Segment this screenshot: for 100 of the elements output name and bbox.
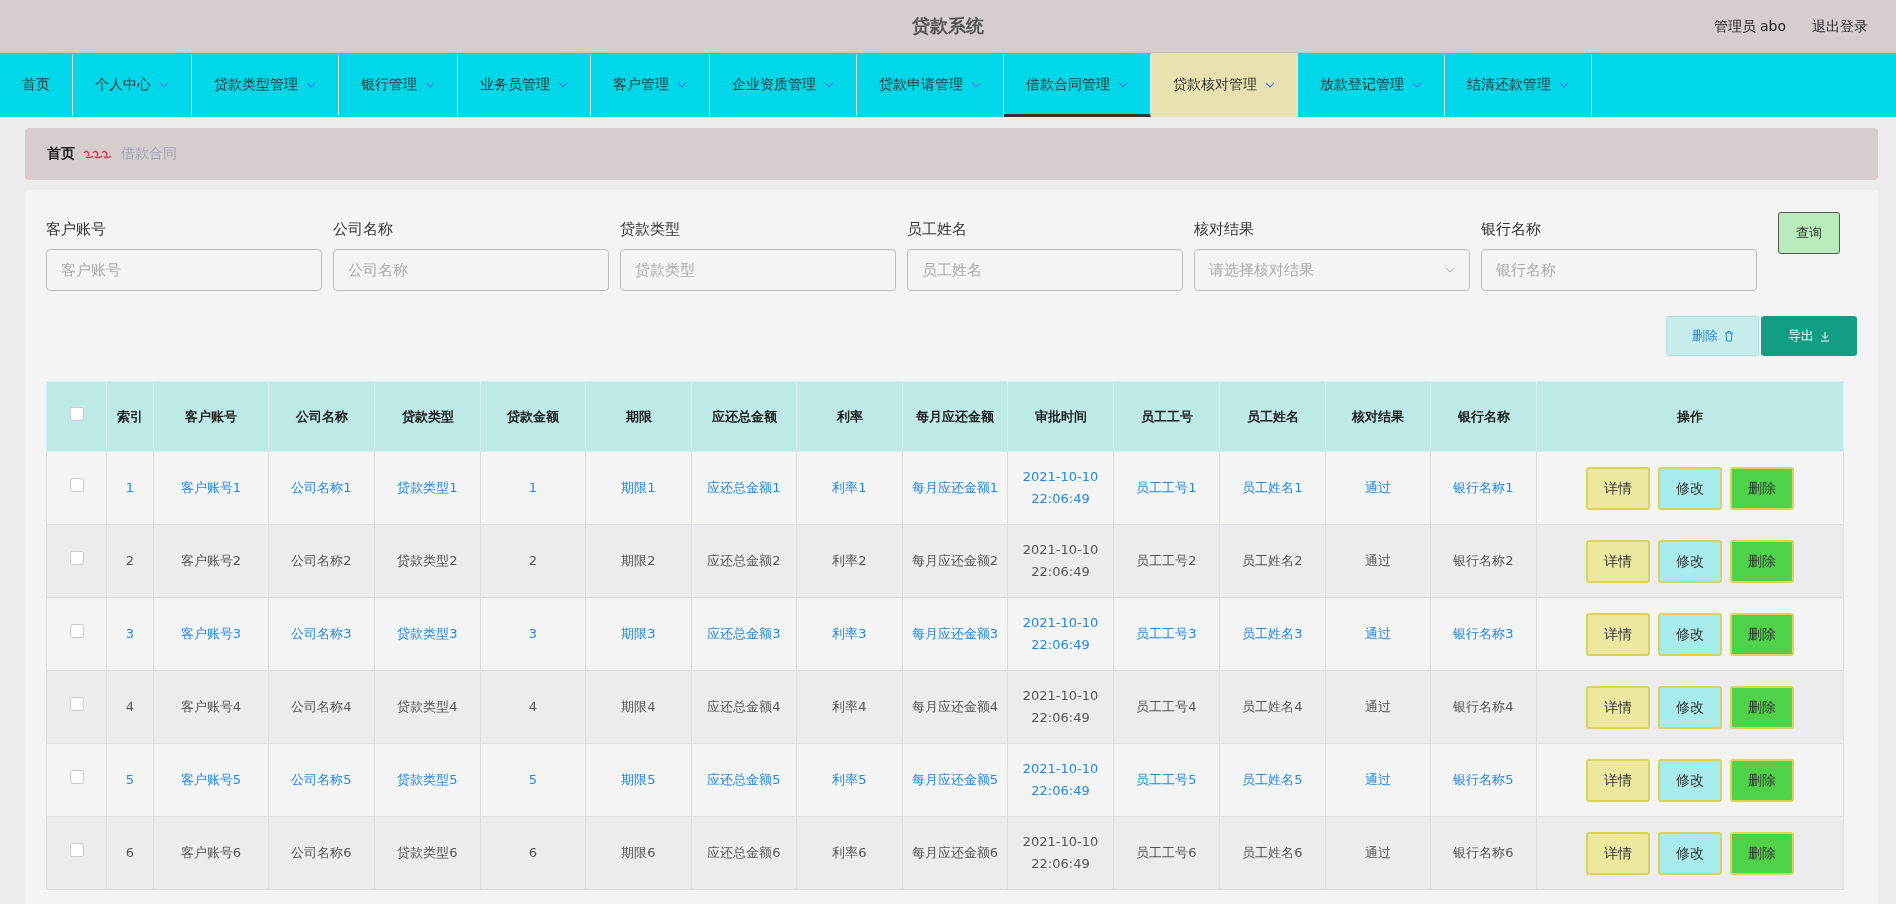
table-cell: 客户账号6 — [153, 816, 269, 890]
details-button[interactable]: 详情 — [1586, 758, 1650, 802]
nav-menu-item[interactable]: 贷款核对管理 — [1151, 53, 1298, 117]
nav-menu-item[interactable]: 银行管理 — [339, 53, 458, 117]
edit-button[interactable]: 修改 — [1658, 831, 1722, 875]
column-header: 操作 — [1536, 381, 1844, 452]
table-cell: 5 — [480, 743, 586, 817]
table-cell: 期限1 — [585, 451, 692, 525]
table-cell: 通过 — [1325, 743, 1431, 817]
input-field[interactable]: 员工姓名 — [907, 249, 1183, 291]
edit-button[interactable]: 修改 — [1658, 539, 1722, 583]
delete-button[interactable]: 删除 — [1730, 612, 1794, 656]
input-field[interactable]: 银行名称 — [1481, 249, 1757, 291]
table-cell: 4 — [106, 670, 154, 744]
details-button[interactable]: 详情 — [1586, 831, 1650, 875]
edit-button[interactable]: 修改 — [1658, 612, 1722, 656]
column-header: 每月应还金额 — [902, 381, 1008, 452]
column-header: 利率 — [796, 381, 903, 452]
column-header: 员工工号 — [1113, 381, 1220, 452]
table-cell: 期限5 — [585, 743, 692, 817]
nav-menu-item[interactable]: 客户管理 — [591, 53, 710, 117]
table-cell: 银行名称2 — [1430, 524, 1537, 598]
table-cell: 贷款类型5 — [374, 743, 481, 817]
details-button[interactable]: 详情 — [1586, 685, 1650, 729]
delete-button[interactable]: 删除 — [1730, 831, 1794, 875]
table-cell: 员工工号4 — [1113, 670, 1220, 744]
trash-icon — [1723, 330, 1734, 342]
details-button[interactable]: 详情 — [1586, 612, 1650, 656]
column-header: 索引 — [106, 381, 154, 452]
table-cell: 1 — [106, 451, 154, 525]
row-checkbox[interactable] — [69, 478, 84, 492]
breadcrumb-home-link[interactable]: 首页 — [47, 145, 75, 163]
nav-menu-item[interactable]: 贷款申请管理 — [857, 53, 1004, 117]
table-cell: 银行名称3 — [1430, 597, 1537, 671]
table-cell: 利率6 — [796, 816, 903, 890]
table-cell: 3 — [106, 597, 154, 671]
row-checkbox[interactable] — [69, 697, 84, 711]
table-cell: 期限6 — [585, 816, 692, 890]
table-cell: 应还总金额6 — [691, 816, 797, 890]
table-cell: 贷款类型2 — [374, 524, 481, 598]
row-checkbox[interactable] — [69, 770, 84, 784]
table-cell: 3 — [480, 597, 586, 671]
edit-button[interactable]: 修改 — [1658, 758, 1722, 802]
nav-menu-item[interactable]: 业务员管理 — [458, 53, 591, 117]
nav-menu-item[interactable]: 结清还款管理 — [1445, 53, 1592, 117]
filter-label: 客户账号 — [46, 220, 107, 240]
table-cell: 2021-10-10 22:06:49 — [1007, 670, 1114, 744]
table-cell: 期限3 — [585, 597, 692, 671]
download-icon — [1820, 330, 1830, 342]
table-cell: 员工姓名5 — [1219, 743, 1326, 817]
table-cell: 客户账号5 — [153, 743, 269, 817]
row-checkbox[interactable] — [69, 551, 84, 565]
column-header: 贷款类型 — [374, 381, 481, 452]
column-header: 应还总金额 — [691, 381, 797, 452]
nav-menu-item[interactable]: 企业资质管理 — [710, 53, 857, 117]
logout-link[interactable]: 退出登录 — [1812, 17, 1868, 36]
column-header: 期限 — [585, 381, 692, 452]
table-cell: 公司名称4 — [268, 670, 375, 744]
table-cell: 通过 — [1325, 670, 1431, 744]
delete-button[interactable]: 删除 — [1730, 539, 1794, 583]
nav-menu-item[interactable]: 贷款类型管理 — [192, 53, 339, 117]
table-cell: 员工工号3 — [1113, 597, 1220, 671]
table-cell: 2021-10-10 22:06:49 — [1007, 597, 1114, 671]
table-cell: 每月应还金额1 — [902, 451, 1008, 525]
nav-menu-item[interactable]: 放款登记管理 — [1298, 53, 1445, 117]
nav-menu-item[interactable]: 首页 — [0, 53, 73, 117]
table-cell: 6 — [480, 816, 586, 890]
select-all-checkbox[interactable] — [69, 406, 84, 421]
table-cell: 贷款类型4 — [374, 670, 481, 744]
delete-button[interactable]: 删除 — [1730, 466, 1794, 510]
input-field[interactable]: 公司名称 — [333, 249, 609, 291]
details-button[interactable]: 详情 — [1586, 466, 1650, 510]
input-field[interactable]: 贷款类型 — [620, 249, 896, 291]
table-cell: 期限2 — [585, 524, 692, 598]
table-cell: 银行名称6 — [1430, 816, 1537, 890]
row-checkbox[interactable] — [69, 843, 84, 857]
input-field[interactable]: 客户账号 — [46, 249, 322, 291]
table-cell: 利率4 — [796, 670, 903, 744]
delete-button[interactable]: 删除 — [1730, 685, 1794, 729]
table-cell: 应还总金额5 — [691, 743, 797, 817]
table-cell: 利率2 — [796, 524, 903, 598]
row-checkbox[interactable] — [69, 624, 84, 638]
filter-label: 核对结果 — [1194, 220, 1255, 240]
table-cell: 通过 — [1325, 816, 1431, 890]
filter-label: 银行名称 — [1481, 220, 1542, 240]
table-cell: 2 — [106, 524, 154, 598]
delete-button[interactable]: 删除 — [1730, 758, 1794, 802]
details-button[interactable]: 详情 — [1586, 539, 1650, 583]
edit-button[interactable]: 修改 — [1658, 466, 1722, 510]
table-cell: 员工姓名2 — [1219, 524, 1326, 598]
table-cell: 2021-10-10 22:06:49 — [1007, 743, 1114, 817]
table-cell: 2021-10-10 22:06:49 — [1007, 524, 1114, 598]
table-cell: 员工工号5 — [1113, 743, 1220, 817]
table-cell: 4 — [480, 670, 586, 744]
table-cell: 员工姓名4 — [1219, 670, 1326, 744]
edit-button[interactable]: 修改 — [1658, 685, 1722, 729]
table-cell: 公司名称1 — [268, 451, 375, 525]
column-header: 核对结果 — [1325, 381, 1431, 452]
nav-menu-item[interactable]: 个人中心 — [73, 53, 192, 117]
search-button[interactable]: 查询 — [1778, 212, 1840, 254]
